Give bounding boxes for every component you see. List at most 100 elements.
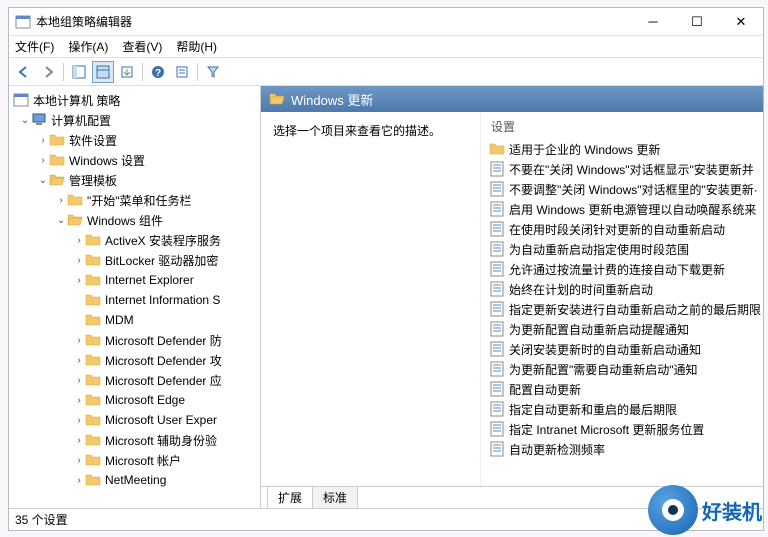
- list-item[interactable]: 指定 Intranet Microsoft 更新服务位置: [481, 419, 763, 439]
- tree-item[interactable]: ›NetMeeting: [9, 470, 260, 490]
- list-item-label: 配置自动更新: [509, 381, 581, 398]
- tree-start-taskbar[interactable]: › "开始"菜单和任务栏: [9, 190, 260, 210]
- list-item-label: 为更新配置自动重新启动提醒通知: [509, 321, 689, 338]
- list-item[interactable]: 配置自动更新: [481, 379, 763, 399]
- tree-item[interactable]: ›BitLocker 驱动器加密: [9, 250, 260, 270]
- tree-windows-settings[interactable]: › Windows 设置: [9, 150, 260, 170]
- list-item[interactable]: 关闭安装更新时的自动重新启动通知: [481, 339, 763, 359]
- expand-icon[interactable]: ›: [73, 235, 85, 246]
- tree-computer-config[interactable]: ⌄ 计算机配置: [9, 110, 260, 130]
- close-button[interactable]: ✕: [719, 8, 763, 36]
- tree-item[interactable]: ›Microsoft Defender 防: [9, 330, 260, 350]
- menu-view[interactable]: 查看(V): [122, 38, 162, 55]
- expand-icon[interactable]: ›: [73, 435, 85, 446]
- minimize-button[interactable]: ─: [631, 8, 675, 36]
- policy-icon: [489, 181, 505, 197]
- tree-item[interactable]: ›Microsoft Defender 攻: [9, 350, 260, 370]
- list-item[interactable]: 自动更新检测频率: [481, 439, 763, 459]
- tree-item-label: Microsoft Defender 应: [105, 372, 222, 389]
- policy-icon: [489, 221, 505, 237]
- list-item-label: 指定 Intranet Microsoft 更新服务位置: [509, 421, 704, 438]
- filter-button[interactable]: [202, 61, 224, 83]
- tree-item[interactable]: ›Microsoft 辅助身份验: [9, 430, 260, 450]
- folder-icon: [85, 332, 101, 348]
- tab-standard[interactable]: 标准: [312, 486, 358, 508]
- list-item[interactable]: 允许通过按流量计费的连接自动下载更新: [481, 259, 763, 279]
- list-item[interactable]: 为更新配置"需要自动重新启动"通知: [481, 359, 763, 379]
- expand-icon[interactable]: ›: [73, 275, 85, 286]
- folder-icon: [85, 372, 101, 388]
- tree-item[interactable]: MDM: [9, 310, 260, 330]
- settings-column-header[interactable]: 设置: [481, 112, 763, 139]
- policy-icon: [489, 381, 505, 397]
- expand-icon[interactable]: ›: [73, 375, 85, 386]
- export-button[interactable]: [116, 61, 138, 83]
- expand-icon[interactable]: ›: [37, 155, 49, 166]
- show-hide-tree-button[interactable]: [68, 61, 90, 83]
- tree-pane[interactable]: 本地计算机 策略 ⌄ 计算机配置 › 软件设置 › Windows 设置 ⌄ 管…: [9, 86, 261, 508]
- list-item[interactable]: 适用于企业的 Windows 更新: [481, 139, 763, 159]
- folder-icon: [85, 452, 101, 468]
- expand-icon[interactable]: ›: [73, 355, 85, 366]
- policy-icon: [489, 441, 505, 457]
- list-item-label: 自动更新检测频率: [509, 441, 605, 458]
- tree-windows-components[interactable]: ⌄ Windows 组件: [9, 210, 260, 230]
- expand-icon[interactable]: ›: [73, 395, 85, 406]
- list-item-label: 启用 Windows 更新电源管理以自动唤醒系统来: [509, 201, 756, 218]
- menu-action[interactable]: 操作(A): [68, 38, 108, 55]
- list-item[interactable]: 始终在计划的时间重新启动: [481, 279, 763, 299]
- menu-help[interactable]: 帮助(H): [176, 38, 217, 55]
- folder-icon: [85, 252, 101, 268]
- help-button[interactable]: ?: [147, 61, 169, 83]
- folder-icon: [67, 192, 83, 208]
- menubar: 文件(F) 操作(A) 查看(V) 帮助(H): [9, 36, 763, 58]
- tree-item[interactable]: ›Microsoft Edge: [9, 390, 260, 410]
- tree-root[interactable]: 本地计算机 策略: [9, 90, 260, 110]
- details-view-button[interactable]: [92, 61, 114, 83]
- svg-text:?: ?: [155, 68, 161, 79]
- forward-button[interactable]: [37, 61, 59, 83]
- tree-item[interactable]: ›ActiveX 安装程序服务: [9, 230, 260, 250]
- maximize-button[interactable]: ☐: [675, 8, 719, 36]
- collapse-icon[interactable]: ⌄: [55, 215, 67, 226]
- back-button[interactable]: [13, 61, 35, 83]
- tree-item-label: Internet Explorer: [105, 273, 194, 287]
- policy-icon: [489, 261, 505, 277]
- tree-item[interactable]: ›Microsoft 帐户: [9, 450, 260, 470]
- menu-file[interactable]: 文件(F): [15, 38, 54, 55]
- list-item[interactable]: 在使用时段关闭针对更新的自动重新启动: [481, 219, 763, 239]
- tab-extended[interactable]: 扩展: [267, 486, 313, 508]
- collapse-icon[interactable]: ⌄: [19, 115, 31, 126]
- tree-item[interactable]: › Microsoft Defender 应: [9, 370, 260, 390]
- policy-icon: [489, 361, 505, 377]
- folder-icon: [489, 141, 505, 157]
- tree-item[interactable]: › Internet Explorer: [9, 270, 260, 290]
- settings-list[interactable]: 设置 适用于企业的 Windows 更新不要在"关闭 Windows"对话框显示…: [481, 112, 763, 486]
- expand-icon[interactable]: ›: [55, 195, 67, 206]
- list-item[interactable]: 为自动重新启动指定使用时段范围: [481, 239, 763, 259]
- list-item[interactable]: 为更新配置自动重新启动提醒通知: [481, 319, 763, 339]
- tree-item[interactable]: ›Microsoft User Exper: [9, 410, 260, 430]
- tree-item[interactable]: Internet Information S: [9, 290, 260, 310]
- expand-icon[interactable]: ›: [73, 475, 85, 486]
- tree-software-settings[interactable]: › 软件设置: [9, 130, 260, 150]
- collapse-icon[interactable]: ⌄: [37, 175, 49, 186]
- list-item[interactable]: 指定自动更新和重启的最后期限: [481, 399, 763, 419]
- list-item[interactable]: 不要调整"关闭 Windows"对话框里的"安装更新·: [481, 179, 763, 199]
- list-item[interactable]: 指定更新安装进行自动重新启动之前的最后期限: [481, 299, 763, 319]
- toolbar-divider: [142, 63, 143, 81]
- tree-admin-templates[interactable]: ⌄ 管理模板: [9, 170, 260, 190]
- expand-icon[interactable]: ›: [73, 415, 85, 426]
- policy-icon: [489, 341, 505, 357]
- list-item[interactable]: 启用 Windows 更新电源管理以自动唤醒系统来: [481, 199, 763, 219]
- expand-icon[interactable]: ›: [73, 335, 85, 346]
- expand-icon[interactable]: ›: [73, 455, 85, 466]
- folder-icon: [85, 412, 101, 428]
- expand-icon[interactable]: ›: [37, 135, 49, 146]
- properties-button[interactable]: [171, 61, 193, 83]
- list-item[interactable]: 不要在"关闭 Windows"对话框显示"安装更新并: [481, 159, 763, 179]
- folder-icon: [85, 472, 101, 488]
- folder-open-icon: [269, 91, 285, 107]
- policy-icon: [489, 241, 505, 257]
- expand-icon[interactable]: ›: [73, 255, 85, 266]
